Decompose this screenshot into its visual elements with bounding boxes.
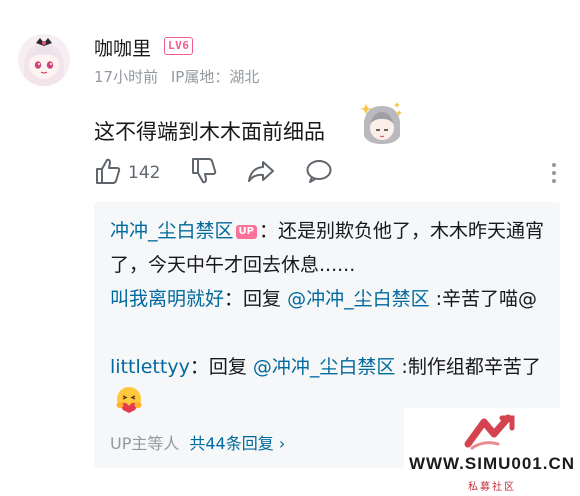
reply-button[interactable]: [304, 156, 334, 190]
reply-text: :制作组都辛苦了: [395, 356, 541, 378]
comment-username[interactable]: 咖咖里: [94, 34, 151, 61]
watermark: WWW.SIMU001.CN 私募社区: [404, 408, 580, 496]
replies-footer: UP主等人 共44条回复 ›: [110, 430, 285, 454]
thumbs-up-icon: [96, 158, 121, 184]
thumbs-down-icon: [192, 158, 217, 184]
up-badge: UP: [235, 225, 257, 239]
comment-meta: 17小时前 IP属地：湖北: [94, 66, 259, 87]
reply-username[interactable]: littlettyy: [110, 356, 190, 378]
more-vertical-icon: [552, 163, 556, 183]
like-count: 142: [128, 163, 161, 183]
reply-username[interactable]: 冲冲_尘白禁区: [110, 220, 234, 242]
share-icon: [248, 161, 274, 182]
reply-prefix: ：回复: [224, 288, 288, 310]
dislike-button[interactable]: [190, 156, 218, 190]
comment-bubble-icon: [306, 160, 332, 183]
watermark-subtitle: 私募社区: [468, 482, 516, 493]
watermark-text: WWW.SIMU001.CN: [408, 454, 576, 473]
ip-location: IP属地：湖北: [170, 68, 260, 86]
view-all-replies-link[interactable]: 共44条回复 ›: [189, 434, 285, 453]
reply-prefix: ：回复: [189, 356, 253, 378]
comment-actions: 142: [94, 156, 564, 192]
like-button[interactable]: [94, 156, 122, 190]
level-badge: LV6: [164, 37, 194, 55]
reply-participants: UP主等人: [110, 434, 180, 453]
reply-item: 叫我离明就好：回复 @冲冲_尘白禁区 :辛苦了喵@: [110, 282, 550, 316]
reply-text: :辛苦了喵@: [429, 288, 538, 310]
avatar-image: [18, 34, 70, 86]
comment-time: 17小时前: [94, 68, 159, 86]
share-button[interactable]: [246, 156, 276, 190]
reply-item: 冲冲_尘白禁区 UP ：还是别欺负他了，木木昨天通宵了，今天中午才回去休息.....…: [110, 214, 550, 282]
more-options-button[interactable]: [550, 160, 558, 190]
reply-username[interactable]: 叫我离明就好: [110, 288, 224, 310]
chevron-right-icon: ›: [278, 434, 286, 453]
reply-mention[interactable]: @冲冲_尘白禁区: [287, 288, 430, 310]
watermark-logo-icon: [464, 414, 515, 450]
total-replies-count: 共44条回复: [189, 434, 274, 453]
hug-emoji-icon: [116, 387, 142, 413]
chibi-sticker-icon: [360, 102, 402, 144]
comment-text: 这不得端到木木面前细品: [94, 120, 325, 144]
reply-mention[interactable]: @冲冲_尘白禁区: [253, 356, 396, 378]
avatar[interactable]: [18, 34, 70, 86]
